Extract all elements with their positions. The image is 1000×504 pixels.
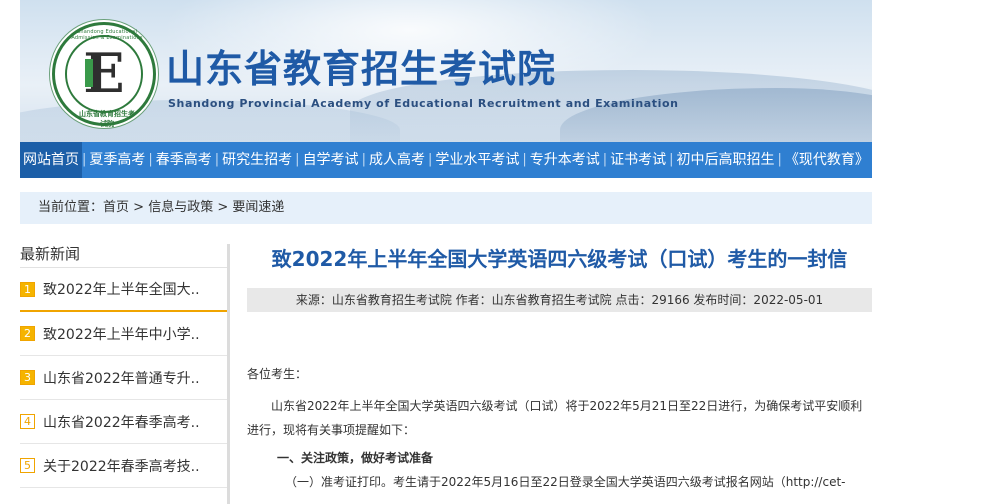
- logo-ring-text: Shandong Educational Admission & Examina…: [71, 29, 143, 41]
- news-rank-badge: 2: [20, 326, 35, 341]
- sidebar-latest-news: 最新新闻 1 致2022年上半年全国大.. 2 致2022年上半年中小学.. 3…: [20, 236, 230, 504]
- news-rank-badge: 3: [20, 370, 35, 385]
- nav-home[interactable]: 网站首页: [20, 142, 82, 178]
- article: 致2022年上半年全国大学英语四六级考试（口试）考生的一封信 来源：山东省教育招…: [247, 236, 872, 494]
- sidebar-heading: 最新新闻: [20, 236, 230, 268]
- nav-modern-education[interactable]: 《现代教育》: [782, 142, 872, 178]
- news-rank-badge: 4: [20, 414, 35, 429]
- header-banner: Shandong Educational Admission & Examina…: [20, 0, 872, 142]
- breadcrumb: 当前位置：首页 > 信息与政策 > 要闻速递: [20, 192, 872, 224]
- nav-adult-exam[interactable]: 成人高考: [366, 142, 428, 178]
- site-title-english: Shandong Provincial Academy of Education…: [168, 97, 679, 110]
- main-nav: 网站首页 | 夏季高考 | 春季高考 | 研究生招考 | 自学考试 | 成人高考…: [20, 142, 872, 178]
- site-logo[interactable]: Shandong Educational Admission & Examina…: [52, 22, 156, 128]
- news-item-3[interactable]: 3 山东省2022年普通专升..: [20, 356, 230, 400]
- news-item-1[interactable]: 1 致2022年上半年全国大..: [20, 268, 230, 312]
- article-meta: 来源：山东省教育招生考试院 作者：山东省教育招生考试院 点击：29166 发布时…: [247, 288, 872, 312]
- site-title: 山东省教育招生考试院: [166, 47, 557, 91]
- nav-graduate-exam[interactable]: 研究生招考: [219, 142, 295, 178]
- nav-vocational[interactable]: 初中后高职招生: [674, 142, 778, 178]
- news-item-2[interactable]: 2 致2022年上半年中小学..: [20, 312, 230, 356]
- nav-upgrade-exam[interactable]: 专升本考试: [527, 142, 603, 178]
- news-item-title: 致2022年上半年全国大..: [43, 282, 200, 298]
- breadcrumb-sep: >: [213, 200, 233, 215]
- news-list: 1 致2022年上半年全国大.. 2 致2022年上半年中小学.. 3 山东省2…: [20, 268, 230, 488]
- breadcrumb-home[interactable]: 首页: [103, 200, 129, 215]
- sidebar-divider: [227, 244, 230, 504]
- news-item-title: 致2022年上半年中小学..: [43, 326, 200, 343]
- article-subparagraph: （一）准考证打印。考生请于2022年5月16日至22日登录全国大学英语四六级考试…: [285, 475, 846, 489]
- news-rank-badge: 1: [20, 281, 35, 297]
- article-section-heading: 一、关注政策，做好考试准备: [277, 451, 434, 465]
- nav-summer-exam[interactable]: 夏季高考: [86, 142, 148, 178]
- news-item-4[interactable]: 4 山东省2022年春季高考..: [20, 400, 230, 444]
- breadcrumb-sep: >: [129, 200, 149, 215]
- logo-green-bar: [85, 59, 93, 87]
- article-greeting: 各位考生：: [247, 367, 308, 381]
- news-item-5[interactable]: 5 关于2022年春季高考技..: [20, 444, 230, 488]
- news-rank-badge: 5: [20, 458, 35, 473]
- logo-ring-text-bottom: 山东省教育招生考试院: [79, 110, 135, 128]
- nav-spring-exam[interactable]: 春季高考: [153, 142, 215, 178]
- nav-self-study[interactable]: 自学考试: [300, 142, 362, 178]
- nav-academic-level[interactable]: 学业水平考试: [432, 142, 522, 178]
- news-item-title: 山东省2022年普通专升..: [43, 370, 200, 387]
- article-title: 致2022年上半年全国大学英语四六级考试（口试）考生的一封信: [271, 247, 848, 271]
- breadcrumb-prefix: 当前位置：: [38, 200, 104, 215]
- article-paragraph: 山东省2022年上半年全国大学英语四六级考试（口试）将于2022年5月21日至2…: [247, 399, 863, 437]
- breadcrumb-news[interactable]: 要闻速递: [232, 200, 284, 215]
- news-item-title: 山东省2022年春季高考..: [43, 414, 200, 431]
- article-body: 各位考生： 山东省2022年上半年全国大学英语四六级考试（口试）将于2022年5…: [247, 362, 872, 494]
- nav-certificate-exam[interactable]: 证书考试: [607, 142, 669, 178]
- breadcrumb-policy[interactable]: 信息与政策: [148, 200, 213, 215]
- news-item-title: 关于2022年春季高考技..: [43, 458, 200, 475]
